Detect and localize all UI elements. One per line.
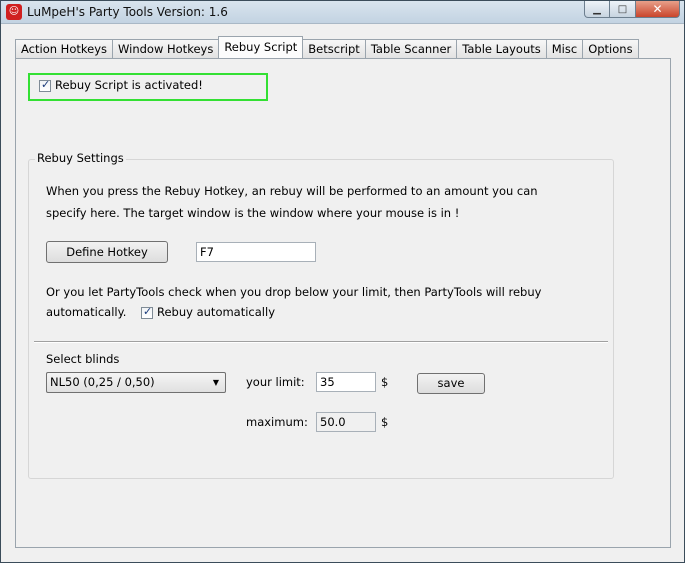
window-controls: ▁ □ ✕	[584, 1, 680, 18]
maximum-label: maximum:	[246, 415, 308, 429]
blinds-selected-value: NL50 (0,25 / 0,50)	[50, 375, 155, 389]
rebuy-activated-label: Rebuy Script is activated!	[55, 78, 203, 92]
tab-action-hotkeys[interactable]: Action Hotkeys	[15, 39, 113, 58]
auto-rebuy-description-line2: automatically.	[46, 305, 127, 319]
maximum-field: 50.0	[316, 412, 376, 432]
checkmark-icon: ✓	[41, 78, 51, 91]
rebuy-script-panel: ✓ Rebuy Script is activated! Rebuy Setti…	[15, 58, 671, 548]
maximum-currency: $	[381, 415, 389, 429]
rebuy-description-line1: When you press the Rebuy Hotkey, an rebu…	[46, 184, 538, 198]
define-hotkey-button[interactable]: Define Hotkey	[46, 241, 168, 263]
rebuy-description-line2: specify here. The target window is the w…	[46, 206, 460, 220]
auto-rebuy-description-line1: Or you let PartyTools check when you dro…	[46, 285, 542, 299]
select-blinds-label: Select blinds	[46, 352, 120, 366]
tab-bar: Action Hotkeys Window Hotkeys Rebuy Scri…	[15, 36, 639, 59]
title-bar[interactable]: ☺ LuMpeH's Party Tools Version: 1.6 ▁ □ …	[1, 1, 684, 24]
maximize-button[interactable]: □	[610, 1, 636, 18]
save-button[interactable]: save	[417, 373, 485, 394]
limit-currency: $	[381, 375, 389, 389]
tab-options[interactable]: Options	[582, 39, 639, 58]
tab-table-layouts[interactable]: Table Layouts	[456, 39, 547, 58]
app-window: ☺ LuMpeH's Party Tools Version: 1.6 ▁ □ …	[0, 0, 685, 563]
blinds-dropdown[interactable]: NL50 (0,25 / 0,50) ▼	[46, 372, 226, 393]
dropdown-arrow-icon: ▼	[212, 378, 219, 387]
tab-table-scanner[interactable]: Table Scanner	[364, 39, 458, 58]
group-title: Rebuy Settings	[35, 151, 126, 165]
checkmark-icon: ✓	[143, 305, 153, 318]
limit-field[interactable]: 35	[316, 372, 376, 392]
hotkey-field[interactable]: F7	[196, 242, 316, 262]
tab-window-hotkeys[interactable]: Window Hotkeys	[112, 39, 220, 58]
close-icon: ✕	[652, 2, 663, 16]
maximize-icon: □	[617, 3, 628, 15]
rebuy-settings-group: Rebuy Settings When you press the Rebuy …	[28, 151, 614, 479]
window-title: LuMpeH's Party Tools Version: 1.6	[27, 5, 228, 19]
app-icon[interactable]: ☺	[6, 4, 22, 20]
minimize-button[interactable]: ▁	[584, 1, 610, 18]
tab-misc[interactable]: Misc	[545, 39, 584, 58]
tab-betscript[interactable]: Betscript	[302, 39, 366, 58]
limit-label: your limit:	[246, 375, 305, 389]
close-button[interactable]: ✕	[636, 1, 680, 18]
minimize-icon: ▁	[593, 3, 601, 15]
rebuy-automatically-checkbox[interactable]: ✓	[141, 305, 153, 319]
tab-rebuy-script[interactable]: Rebuy Script	[218, 36, 304, 58]
separator	[34, 341, 608, 343]
rebuy-automatically-label: Rebuy automatically	[157, 305, 275, 319]
rebuy-activated-checkbox[interactable]: ✓	[39, 78, 51, 92]
